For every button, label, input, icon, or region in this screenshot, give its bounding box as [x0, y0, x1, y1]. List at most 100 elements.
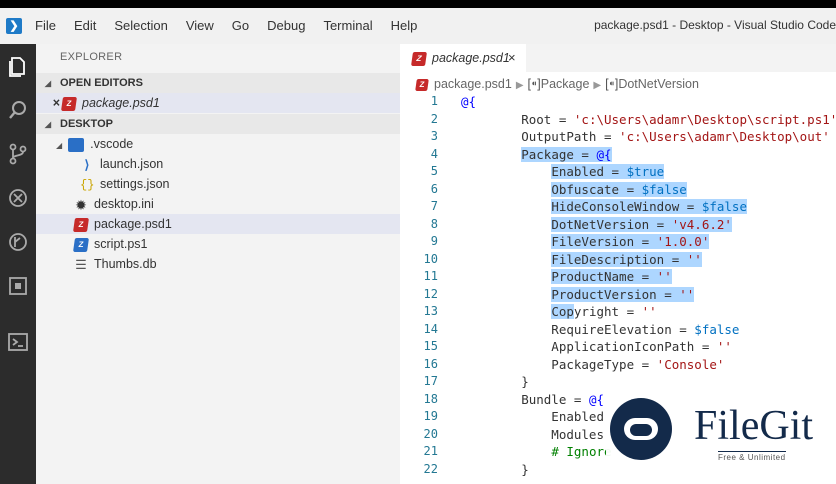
vscode-logo-icon: ❯ [6, 18, 22, 34]
code-text: Package = @{ [521, 146, 612, 162]
chevron-right-icon: ▶ [593, 80, 602, 91]
tab-package-psd1[interactable]: Zpackage.psd1 × [400, 44, 526, 72]
code-text: FileVersion = '1.0.0' [551, 234, 710, 249]
menu-debug[interactable]: Debug [258, 18, 314, 33]
watermark-tagline: Free & Unlimited [718, 451, 786, 462]
code-text: @{ [461, 94, 477, 109]
line-number: 15 [423, 339, 438, 353]
line-number: 11 [423, 269, 438, 283]
code-line[interactable]: 2 Root = 'c:\Users\adamr\Desktop\script.… [400, 111, 836, 129]
code-line[interactable]: 15 ApplicationIconPath = '' [400, 338, 836, 356]
line-number: 13 [423, 304, 438, 318]
line-number: 4 [430, 146, 438, 161]
explorer-sidebar: EXPLORER ◢ OPEN EDITORS × Zpackage.psd1 ◢ D… [36, 44, 400, 484]
tree-item-thumbs-db[interactable]: ☰ Thumbs.db [36, 254, 400, 274]
code-line[interactable]: 9 FileVersion = '1.0.0' [400, 233, 836, 251]
close-tab-icon[interactable]: × [508, 44, 516, 72]
code-line[interactable]: 6 Obfuscate = $false [400, 181, 836, 199]
breadcrumb-file[interactable]: package.psd1 [434, 77, 512, 91]
code-text: Root = 'c:\Users\adamr\Desktop\script.ps… [461, 111, 836, 127]
menu-edit[interactable]: Edit [65, 18, 105, 33]
code-line[interactable]: 11 ProductName = '' [400, 268, 836, 286]
code-text: # Ignore [551, 444, 612, 459]
code-line[interactable]: 12 ProductVersion = '' [400, 286, 836, 304]
close-icon[interactable]: × [36, 93, 62, 113]
code-text: DotNetVersion = 'v4.6.2' [551, 216, 732, 232]
code-text: Copyright = '' [551, 304, 657, 319]
extensions-icon[interactable] [4, 272, 32, 300]
menu-file[interactable]: File [26, 18, 65, 33]
desktop-folder-header[interactable]: ◢ DESKTOP [36, 114, 400, 134]
code-line[interactable]: 1 @{ [400, 93, 836, 111]
tree-item-package-psd1[interactable]: Zpackage.psd1 [36, 214, 400, 234]
code-line[interactable]: 7 HideConsoleWindow = $false [400, 198, 836, 216]
code-line[interactable]: 13 Copyright = '' [400, 303, 836, 321]
vscode-folder-icon [68, 137, 85, 152]
breadcrumb-package[interactable]: Package [541, 77, 590, 91]
caret-down-icon: ◢ [56, 141, 63, 150]
line-number: 1 [430, 94, 438, 108]
code-text: PackageType = 'Console' [461, 356, 725, 372]
gear-icon: ✹ [75, 196, 87, 213]
debug-icon[interactable] [4, 184, 32, 212]
line-number: 17 [423, 374, 438, 388]
line-number: 12 [423, 286, 438, 301]
search-icon[interactable] [4, 96, 32, 124]
database-icon: ☰ [75, 256, 87, 272]
code-text: Bundle = @{ [461, 391, 604, 407]
title-bar: ❯ File Edit Selection View Go Debug Term… [0, 8, 836, 45]
tree-item-script-ps1[interactable]: Zscript.ps1 [36, 234, 400, 254]
tree-item-desktop-ini[interactable]: ✹ desktop.ini [36, 194, 400, 214]
code-text: RequireElevation = $false [461, 321, 740, 337]
code-text: Modules [461, 426, 604, 442]
line-number: 14 [423, 321, 438, 336]
tree-item-label: .vscode [90, 137, 134, 151]
line-number: 6 [430, 181, 438, 196]
tab-label: package.psd1 [432, 51, 510, 65]
tree-item-label: Thumbs.db [94, 257, 157, 271]
menu-selection[interactable]: Selection [105, 18, 176, 33]
menu-go[interactable]: Go [223, 18, 258, 33]
tree-item-settings-json[interactable]: {} settings.json [36, 174, 400, 194]
desktop-folder-label: DESKTOP [60, 118, 113, 130]
open-editor-item[interactable]: × Zpackage.psd1 [36, 93, 400, 113]
menu-view[interactable]: View [177, 18, 223, 33]
line-number: 3 [430, 129, 438, 143]
line-number: 20 [423, 426, 438, 441]
code-line[interactable]: 5 Enabled = $true [400, 163, 836, 181]
code-text: } [461, 461, 529, 477]
files-icon[interactable] [4, 52, 32, 80]
code-text: } [461, 374, 529, 389]
code-line[interactable]: 4 Package = @{ [400, 146, 836, 164]
code-line[interactable]: 14 RequireElevation = $false [400, 321, 836, 339]
line-number: 18 [423, 391, 438, 406]
object-icon: [⁌] [605, 77, 619, 91]
chevron-right-icon: ▶ [515, 80, 524, 91]
menu-help[interactable]: Help [382, 18, 427, 33]
source-control-icon[interactable] [4, 140, 32, 168]
code-text: Obfuscate = $false [551, 181, 687, 197]
powershell-icon: Z [73, 237, 89, 252]
terminal-icon[interactable] [4, 328, 32, 356]
git-lens-icon[interactable] [4, 228, 32, 256]
code-line[interactable]: 8 DotNetVersion = 'v4.6.2' [400, 216, 836, 234]
caret-down-icon: ◢ [44, 79, 52, 88]
breadcrumb-dotnetversion[interactable]: DotNetVersion [618, 77, 699, 91]
menu-terminal[interactable]: Terminal [314, 18, 381, 33]
tree-item-label: settings.json [100, 177, 170, 191]
code-line[interactable]: 16 PackageType = 'Console' [400, 356, 836, 374]
tree-item-vscode[interactable]: ◢ .vscode [36, 134, 400, 154]
tree-item-label: script.ps1 [94, 237, 148, 251]
open-editors-header[interactable]: ◢ OPEN EDITORS [36, 73, 400, 93]
code-text: OutputPath = 'c:\Users\adamr\Desktop\out… [461, 129, 830, 144]
watermark-name: FileGit [694, 403, 814, 449]
line-number: 9 [430, 234, 438, 248]
line-number: 5 [430, 164, 438, 178]
tree-item-launch-json[interactable]: ⟩ launch.json [36, 154, 400, 174]
code-line[interactable]: 10 FileDescription = '' [400, 251, 836, 269]
top-border [0, 0, 836, 8]
tab-bar: Zpackage.psd1 × [400, 44, 836, 72]
code-line[interactable]: 3 OutputPath = 'c:\Users\adamr\Desktop\o… [400, 128, 836, 146]
line-number: 2 [430, 111, 438, 126]
code-text: FileDescription = '' [551, 251, 702, 267]
